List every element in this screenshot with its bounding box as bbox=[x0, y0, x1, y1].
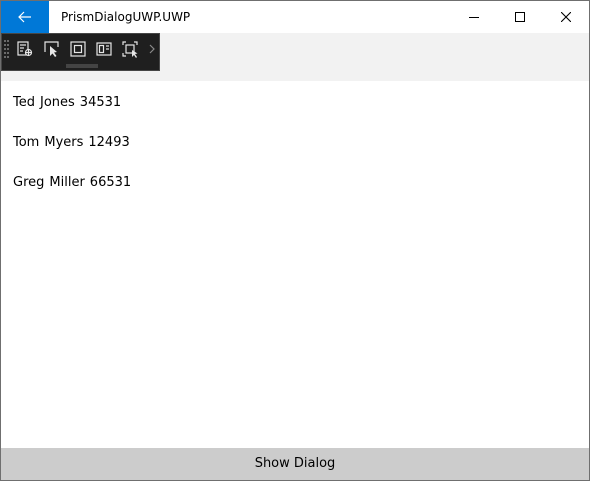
live-visual-tree-button[interactable] bbox=[14, 38, 36, 60]
arrow-left-icon bbox=[18, 11, 31, 23]
person-id: 34531 bbox=[79, 95, 122, 110]
last-name: Jones bbox=[39, 95, 75, 110]
title-bar[interactable]: PrismDialogUWP.UWP bbox=[1, 1, 589, 33]
drag-grip-icon[interactable] bbox=[4, 40, 10, 62]
last-name: Myers bbox=[44, 135, 84, 150]
people-list: Ted Jones 34531 Tom Myers 12493 Greg Miller 66… bbox=[1, 81, 589, 448]
live-visual-tree-icon bbox=[17, 41, 33, 57]
display-layout-adorners-button[interactable] bbox=[67, 38, 89, 60]
last-name: Miller bbox=[49, 175, 85, 190]
person-id: 12493 bbox=[88, 135, 130, 150]
maximize-icon bbox=[515, 12, 525, 22]
toolbar-more-button[interactable] bbox=[146, 38, 158, 60]
minimize-button[interactable] bbox=[451, 1, 497, 33]
first-name: Tom bbox=[13, 135, 40, 150]
close-icon bbox=[561, 12, 571, 22]
track-focus-icon bbox=[96, 42, 112, 56]
select-element-button[interactable] bbox=[41, 38, 63, 60]
app-window: PrismDialogUWP.UWP Ted Jones 34531 Tom M… bbox=[0, 0, 590, 481]
display-layout-bounds-button[interactable] bbox=[119, 38, 141, 60]
list-item: Tom Myers 12493 bbox=[13, 133, 135, 153]
list-item: Greg Miller 66531 bbox=[13, 173, 136, 193]
window-title: PrismDialogUWP.UWP bbox=[61, 10, 191, 24]
display-layout-adorners-icon bbox=[70, 41, 86, 57]
first-name: Greg bbox=[13, 175, 45, 190]
back-button[interactable] bbox=[1, 1, 49, 33]
display-layout-bounds-icon bbox=[122, 41, 138, 58]
chevron-right-icon bbox=[149, 44, 155, 54]
person-id: 66531 bbox=[89, 175, 132, 190]
toolbar-collapse-handle[interactable] bbox=[66, 64, 98, 68]
show-dialog-button[interactable]: Show Dialog bbox=[1, 448, 589, 480]
select-element-icon bbox=[44, 41, 59, 57]
track-focus-button[interactable] bbox=[93, 38, 115, 60]
close-button[interactable] bbox=[543, 1, 589, 33]
list-item: Ted Jones 34531 bbox=[13, 93, 126, 113]
maximize-button[interactable] bbox=[497, 1, 543, 33]
minimize-icon bbox=[469, 17, 479, 18]
first-name: Ted bbox=[13, 95, 35, 110]
xaml-debug-toolbar[interactable] bbox=[1, 33, 160, 71]
